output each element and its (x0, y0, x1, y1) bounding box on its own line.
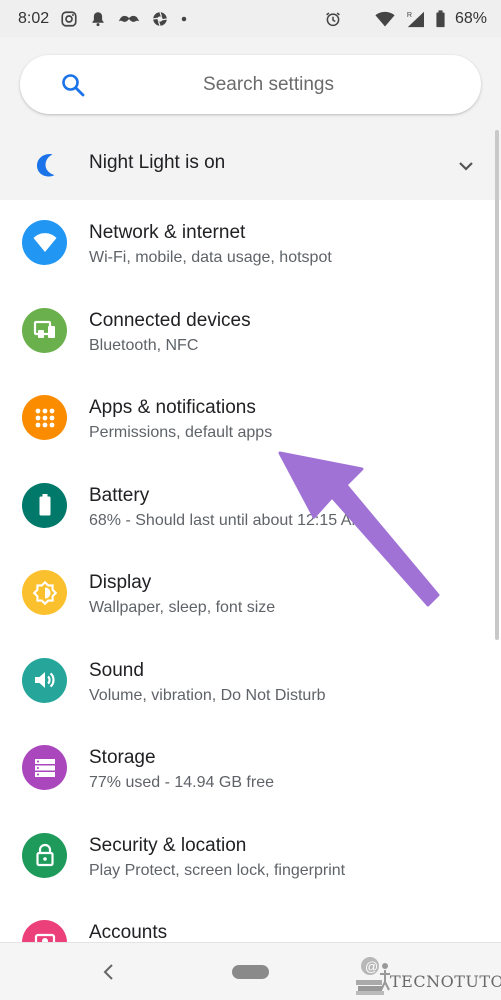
status-time: 8:02 (18, 9, 50, 27)
apps-grid-icon (22, 395, 67, 440)
volume-icon (22, 657, 67, 703)
watermark-logo-icon: @ (356, 957, 390, 995)
settings-header: Search settings Night Light is on (0, 37, 501, 200)
night-light-banner[interactable]: Night Light is on (0, 132, 501, 200)
annotation-arrow (278, 451, 440, 607)
status-bar: 8:02 R 68% (0, 0, 501, 37)
setting-title: Display (89, 572, 152, 593)
watermark-text: TECNOTUTO (390, 972, 501, 991)
setting-storage[interactable]: Storage 77% used - 14.94 GB free (0, 725, 501, 813)
wifi-icon (375, 10, 395, 28)
night-light-label: Night Light is on (89, 152, 226, 173)
wifi-icon (22, 220, 67, 265)
setting-title: Sound (89, 659, 144, 681)
setting-title: Security & location (89, 834, 247, 856)
devices-icon (22, 307, 67, 353)
setting-subtitle: 77% used - 14.94 GB free (89, 774, 274, 791)
setting-subtitle: Volume, vibration, Do Not Disturb (89, 686, 326, 704)
back-icon[interactable] (100, 962, 118, 982)
setting-subtitle: Permissions, default apps (89, 424, 273, 441)
status-left: 8:02 (18, 10, 188, 28)
setting-title: Connected devices (89, 309, 251, 331)
battery-icon (22, 482, 67, 528)
roaming-indicator: R (407, 10, 412, 19)
scrollbar[interactable] (495, 130, 499, 640)
setting-subtitle: Bluetooth, NFC (89, 336, 199, 354)
setting-subtitle: Wi-Fi, mobile, data usage, hotspot (89, 249, 332, 266)
setting-sound[interactable]: Sound Volume, vibration, Do Not Disturb (0, 638, 501, 726)
mustache-icon (118, 10, 140, 28)
setting-title: Accounts (89, 922, 168, 943)
storage-icon (22, 745, 67, 790)
notification-bell-icon (89, 10, 107, 28)
dot-icon (180, 10, 188, 28)
search-input[interactable]: Search settings (20, 74, 481, 96)
setting-title: Battery (89, 484, 150, 506)
home-pill-button[interactable] (232, 965, 269, 979)
setting-security-location[interactable]: Security & location Play Protect, screen… (0, 813, 501, 901)
battery-icon (435, 9, 446, 28)
alarm-icon (324, 10, 342, 28)
status-right: R 68% (324, 10, 487, 28)
battery-percent: 68% (454, 9, 487, 27)
signal-icon: R (404, 10, 426, 28)
setting-title: Storage (89, 747, 156, 768)
lock-icon (22, 832, 67, 878)
brightness-icon (22, 570, 67, 615)
aperture-icon (151, 10, 169, 28)
setting-subtitle: Wallpaper, sleep, font size (89, 599, 276, 616)
setting-subtitle: Play Protect, screen lock, fingerprint (89, 861, 346, 879)
watermark: @ TECNOTUTO (352, 950, 501, 996)
svg-text:@: @ (365, 959, 378, 974)
setting-network-internet[interactable]: Network & internet Wi-Fi, mobile, data u… (0, 200, 501, 288)
search-icon (60, 72, 86, 98)
setting-title: Network & internet (89, 222, 246, 243)
instagram-icon (60, 10, 78, 28)
setting-connected-devices[interactable]: Connected devices Bluetooth, NFC (0, 288, 501, 376)
chevron-down-icon[interactable] (456, 156, 476, 176)
search-bar[interactable]: Search settings (20, 55, 481, 114)
moon-icon (34, 152, 58, 178)
setting-title: Apps & notifications (89, 397, 256, 418)
